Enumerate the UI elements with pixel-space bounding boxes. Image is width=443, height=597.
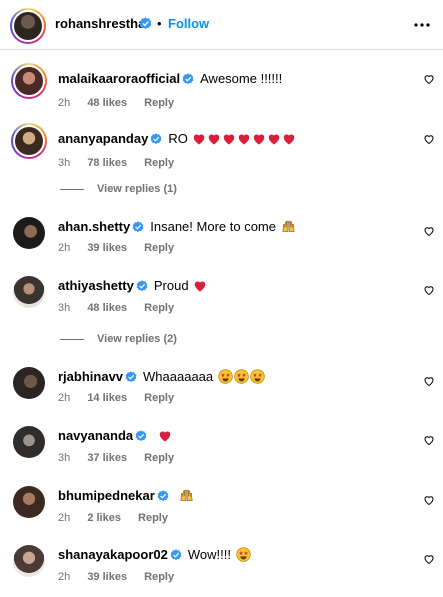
commenter-avatar[interactable] [13,545,45,577]
comment-text: Proud [153,278,189,293]
star-struck-emoji-icon [218,369,233,388]
reply-button[interactable]: Reply [144,242,174,254]
comment-likes[interactable]: 14 likes [87,392,127,404]
like-heart-icon[interactable] [423,224,435,242]
comment-username[interactable]: navyananda [58,428,133,443]
verified-badge-icon [136,280,148,296]
comment-likes[interactable]: 48 likes [87,97,127,109]
commenter-avatar[interactable] [13,426,45,458]
reply-button[interactable]: Reply [144,302,174,314]
verified-badge-icon [139,17,152,35]
red-heart-emoji-icon [192,132,206,150]
comment-text: Wow!!!! [187,547,231,562]
comment-time: 2h [58,512,71,524]
reply-button[interactable]: Reply [144,157,174,169]
view-replies-label[interactable]: View replies (1) [97,182,177,196]
verified-badge-icon [135,430,147,446]
comment-likes[interactable]: 78 likes [87,157,127,169]
comment-row: shanayakapoor02 Wow!!!! 2h 39 likes Reply [0,545,443,595]
author-avatar[interactable] [10,8,46,44]
verified-badge-icon [170,549,182,565]
comment-likes[interactable]: 39 likes [87,571,127,583]
comment-username[interactable]: rjabhinavv [58,369,123,384]
comment-username[interactable]: malaikaaroraofficial [58,71,180,86]
like-heart-icon[interactable] [423,283,435,301]
reply-button[interactable]: Reply [144,571,174,583]
view-replies-label[interactable]: View replies (2) [97,332,177,346]
red-heart-emoji-icon [282,132,296,150]
comments-panel: rohanshrestha • Follow malaikaaroraoffic… [0,0,443,597]
view-replies-button[interactable]: View replies (2) [60,331,260,347]
red-heart-emoji-icon [267,132,281,150]
red-heart-emoji-icon [193,279,207,297]
red-heart-emoji-icon [252,132,266,150]
verified-badge-icon [132,221,144,237]
comment-text: Insane! More to come [150,219,276,234]
commenter-avatar[interactable] [13,486,45,518]
reply-button[interactable]: Reply [144,97,174,109]
comment-time: 3h [58,157,71,169]
comment-text: RO [168,131,188,146]
comment-time: 2h [58,97,71,109]
verified-badge-icon [125,371,137,387]
more-options-icon[interactable] [413,16,431,39]
view-replies-button[interactable]: View replies (1) [60,181,260,197]
comment-row: ananyapanday RO 3h 78 likes Reply [0,123,443,173]
like-heart-icon[interactable] [423,493,435,511]
verified-badge-icon [182,73,194,89]
comment-time: 2h [58,571,71,583]
comment-time: 2h [58,392,71,404]
raising-hands-emoji-icon [179,488,194,507]
like-heart-icon[interactable] [423,433,435,451]
comment-username[interactable]: athiyashetty [58,278,134,293]
comment-username[interactable]: bhumipednekar [58,488,155,503]
comment-time: 3h [58,452,71,464]
separator-dot: • [157,16,162,31]
comment-text: Awesome !!!!!! [200,71,283,86]
verified-badge-icon [150,133,162,149]
comment-likes[interactable]: 37 likes [87,452,127,464]
comment-row: athiyashetty Proud 3h 48 likes Reply [0,276,443,326]
like-heart-icon[interactable] [423,132,435,150]
comment-text: Whaaaaaaa [143,369,214,384]
like-heart-icon[interactable] [423,374,435,392]
comment-row: bhumipednekar 2h 2 likes Reply [0,486,443,536]
comment-likes[interactable]: 48 likes [87,302,127,314]
follow-button[interactable]: Follow [168,16,209,32]
like-heart-icon[interactable] [423,552,435,570]
comment-row: ahan.shetty Insane! More to come 2h 39 li… [0,217,443,267]
reply-button[interactable]: Reply [144,392,174,404]
comment-row: navyananda 3h 37 likes Reply [0,426,443,476]
red-heart-emoji-icon [237,132,251,150]
comment-likes[interactable]: 2 likes [87,512,121,524]
commenter-avatar[interactable] [13,367,45,399]
comment-row: rjabhinavv Whaaaaaaa 2h 14 likes Reply [0,367,443,417]
verified-badge-icon [157,490,169,506]
commenter-avatar[interactable] [13,217,45,249]
comment-username[interactable]: ananyapanday [58,131,148,146]
comment-time: 3h [58,302,71,314]
comment-likes[interactable]: 39 likes [87,242,127,254]
like-heart-icon[interactable] [423,72,435,90]
red-heart-emoji-icon [207,132,221,150]
commenter-avatar[interactable] [11,123,47,159]
commenter-avatar[interactable] [11,63,47,99]
comment-username[interactable]: shanayakapoor02 [58,547,168,562]
star-struck-emoji-icon [250,369,265,388]
comment-username[interactable]: ahan.shetty [58,219,130,234]
author-username[interactable]: rohanshrestha [55,16,145,32]
replies-divider [60,189,84,190]
red-heart-emoji-icon [222,132,236,150]
post-header: rohanshrestha • Follow [0,0,443,50]
reply-button[interactable]: Reply [144,452,174,464]
star-struck-emoji-icon [235,547,251,566]
raising-hands-emoji-icon [281,219,296,238]
replies-divider [60,339,84,340]
red-heart-emoji-icon [158,429,172,447]
comment-time: 2h [58,242,71,254]
commenter-avatar[interactable] [13,276,45,308]
star-struck-emoji-icon [234,369,249,388]
reply-button[interactable]: Reply [138,512,168,524]
comment-row: malaikaaroraofficial Awesome !!!!!! 2h 48… [0,63,443,113]
